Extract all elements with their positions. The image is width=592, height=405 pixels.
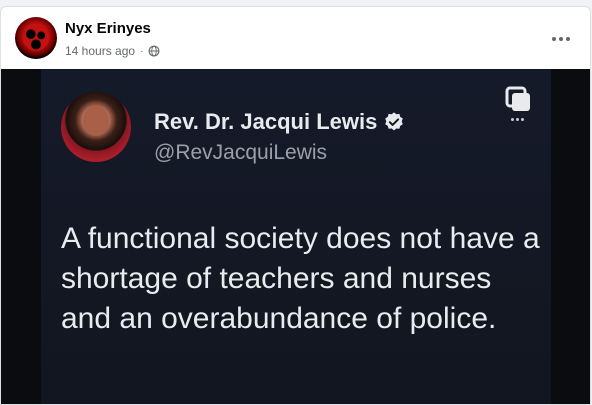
- meta-separator: ·: [140, 45, 144, 57]
- more-options-button[interactable]: [548, 29, 574, 49]
- author-avatar[interactable]: [15, 17, 57, 59]
- post-meta: 14 hours ago ·: [65, 44, 160, 58]
- post-image[interactable]: Rev. Dr. Jacqui Lewis @RevJacquiLewis A …: [1, 69, 590, 404]
- tweet-author-name: Rev. Dr. Jacqui Lewis: [154, 109, 378, 134]
- tweet-author: Rev. Dr. Jacqui Lewis: [154, 109, 405, 135]
- tweet-handle: @RevJacquiLewis: [154, 141, 328, 164]
- post-card: Nyx Erinyes 14 hours ago · Rev. Dr. Jacq…: [0, 6, 591, 405]
- verified-badge-icon: [385, 112, 404, 131]
- globe-icon: [148, 45, 160, 57]
- post-timestamp[interactable]: 14 hours ago: [65, 44, 135, 58]
- copy-icon: [505, 86, 530, 111]
- post-header: Nyx Erinyes 14 hours ago ·: [1, 7, 590, 69]
- tweet-more-icon: [511, 118, 524, 121]
- tweet-text: A functional society does not have a sho…: [61, 222, 540, 335]
- author-name[interactable]: Nyx Erinyes: [65, 20, 151, 37]
- tweet-screenshot: Rev. Dr. Jacqui Lewis @RevJacquiLewis A …: [41, 69, 551, 404]
- more-options-icon: [552, 37, 556, 41]
- tweet-avatar: [61, 92, 131, 162]
